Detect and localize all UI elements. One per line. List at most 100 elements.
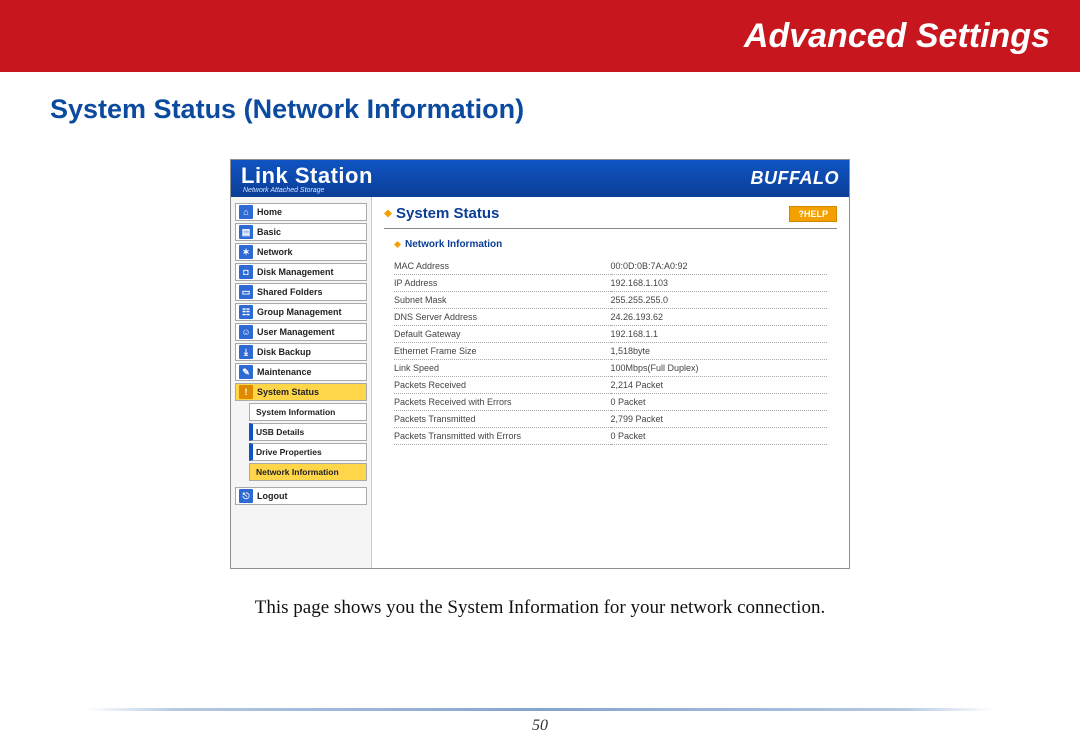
content-title: System Status	[384, 205, 499, 222]
page-number: 50	[532, 717, 548, 734]
brand-right-logo: BUFFALO	[751, 168, 840, 189]
sidebar-item-label: Basic	[257, 227, 281, 237]
table-row: Ethernet Frame Size1,518byte	[394, 343, 827, 360]
wrench-icon: ✎	[239, 365, 253, 379]
sidebar-item-label: User Management	[257, 327, 335, 337]
info-value: 2,214 Packet	[611, 377, 828, 394]
sidebar-item-group-management[interactable]: ☷ Group Management	[235, 303, 367, 321]
content-pane: System Status ?HELP Network Information …	[371, 197, 849, 568]
sidebar-item-label: Disk Management	[257, 267, 334, 277]
sidebar-item-maintenance[interactable]: ✎ Maintenance	[235, 363, 367, 381]
sidebar-item-shared-folders[interactable]: ▭ Shared Folders	[235, 283, 367, 301]
info-value: 0 Packet	[611, 394, 828, 411]
sidebar-item-disk-backup[interactable]: ⤓ Disk Backup	[235, 343, 367, 361]
info-label: Packets Received with Errors	[394, 394, 611, 411]
sidebar-item-label: System Status	[257, 387, 319, 397]
help-button[interactable]: ?HELP	[789, 206, 837, 222]
banner: Advanced Settings	[0, 0, 1080, 72]
table-row: Subnet Mask255.255.255.0	[394, 292, 827, 309]
status-icon: !	[239, 385, 253, 399]
sidebar-item-label: Maintenance	[257, 367, 312, 377]
sidebar-item-label: Logout	[257, 491, 288, 501]
brand-left: Link Station Network Attached Storage	[241, 163, 373, 194]
backup-icon: ⤓	[239, 345, 253, 359]
info-label: Ethernet Frame Size	[394, 343, 611, 360]
sidebar-sub-network-info[interactable]: Network Information	[249, 463, 367, 481]
info-value: 24.26.193.62	[611, 309, 828, 326]
sidebar-item-home[interactable]: ⌂ Home	[235, 203, 367, 221]
table-row: Link Speed100Mbps(Full Duplex)	[394, 360, 827, 377]
sidebar-item-user-management[interactable]: ☺ User Management	[235, 323, 367, 341]
user-icon: ☺	[239, 325, 253, 339]
table-row: IP Address192.168.1.103	[394, 275, 827, 292]
info-label: DNS Server Address	[394, 309, 611, 326]
home-icon: ⌂	[239, 205, 253, 219]
table-row: DNS Server Address24.26.193.62	[394, 309, 827, 326]
info-label: IP Address	[394, 275, 611, 292]
table-row: Default Gateway192.168.1.1	[394, 326, 827, 343]
sidebar-item-label: Disk Backup	[257, 347, 311, 357]
brand-left-subtitle: Network Attached Storage	[243, 187, 373, 194]
sidebar-item-label: Home	[257, 207, 282, 217]
app-window: Link Station Network Attached Storage BU…	[230, 159, 850, 569]
sub-heading: Network Information	[394, 239, 837, 250]
sidebar-sub-label: USB Details	[256, 427, 304, 437]
section-title: System Status (Network Information)	[50, 94, 1080, 125]
disk-icon: ◘	[239, 265, 253, 279]
doc-icon: ▤	[239, 225, 253, 239]
folder-icon: ▭	[239, 285, 253, 299]
network-info-table: MAC Address00:0D:0B:7A:A0:92 IP Address1…	[394, 258, 827, 445]
page-footer: 50	[0, 708, 1080, 735]
brand-left-text: Link Station	[241, 163, 373, 188]
banner-title: Advanced Settings	[744, 17, 1050, 56]
sidebar: ⌂ Home ▤ Basic ✶ Network ◘ Disk Management ▭…	[231, 197, 371, 568]
info-label: MAC Address	[394, 258, 611, 275]
caption: This page shows you the System Informati…	[0, 597, 1080, 619]
info-label: Packets Transmitted with Errors	[394, 428, 611, 445]
table-row: MAC Address00:0D:0B:7A:A0:92	[394, 258, 827, 275]
info-value: 2,799 Packet	[611, 411, 828, 428]
footer-divider	[86, 708, 993, 711]
sidebar-sub-system-info[interactable]: System Information	[249, 403, 367, 421]
table-row: Packets Received2,214 Packet	[394, 377, 827, 394]
sidebar-sub-label: Network Information	[256, 467, 339, 477]
bullet-icon	[384, 210, 392, 218]
bullet-icon	[394, 241, 401, 248]
sub-heading-text: Network Information	[405, 239, 502, 250]
sidebar-item-disk-management[interactable]: ◘ Disk Management	[235, 263, 367, 281]
info-value: 192.168.1.103	[611, 275, 828, 292]
info-label: Packets Received	[394, 377, 611, 394]
info-value: 0 Packet	[611, 428, 828, 445]
app-body: ⌂ Home ▤ Basic ✶ Network ◘ Disk Management ▭…	[231, 197, 849, 568]
sidebar-sub-label: Drive Properties	[256, 447, 322, 457]
sidebar-sub-drive-properties[interactable]: Drive Properties	[249, 443, 367, 461]
table-row: Packets Received with Errors0 Packet	[394, 394, 827, 411]
info-value: 255.255.255.0	[611, 292, 828, 309]
info-label: Subnet Mask	[394, 292, 611, 309]
table-row: Packets Transmitted2,799 Packet	[394, 411, 827, 428]
sidebar-item-label: Shared Folders	[257, 287, 323, 297]
info-value: 100Mbps(Full Duplex)	[611, 360, 828, 377]
sidebar-item-basic[interactable]: ▤ Basic	[235, 223, 367, 241]
info-value: 192.168.1.1	[611, 326, 828, 343]
content-title-text: System Status	[396, 205, 499, 222]
logout-icon: ⎋	[239, 489, 253, 503]
table-row: Packets Transmitted with Errors0 Packet	[394, 428, 827, 445]
group-icon: ☷	[239, 305, 253, 319]
sidebar-item-logout[interactable]: ⎋ Logout	[235, 487, 367, 505]
sidebar-item-label: Network	[257, 247, 293, 257]
info-label: Link Speed	[394, 360, 611, 377]
divider	[384, 228, 837, 229]
info-label: Packets Transmitted	[394, 411, 611, 428]
info-value: 1,518byte	[611, 343, 828, 360]
info-value: 00:0D:0B:7A:A0:92	[611, 258, 828, 275]
network-icon: ✶	[239, 245, 253, 259]
sidebar-item-system-status[interactable]: ! System Status	[235, 383, 367, 401]
sidebar-sub-label: System Information	[256, 407, 335, 417]
content-title-row: System Status ?HELP	[384, 205, 837, 222]
app-header: Link Station Network Attached Storage BU…	[231, 160, 849, 197]
sidebar-item-network[interactable]: ✶ Network	[235, 243, 367, 261]
info-label: Default Gateway	[394, 326, 611, 343]
sidebar-item-label: Group Management	[257, 307, 342, 317]
sidebar-sub-usb-details[interactable]: USB Details	[249, 423, 367, 441]
